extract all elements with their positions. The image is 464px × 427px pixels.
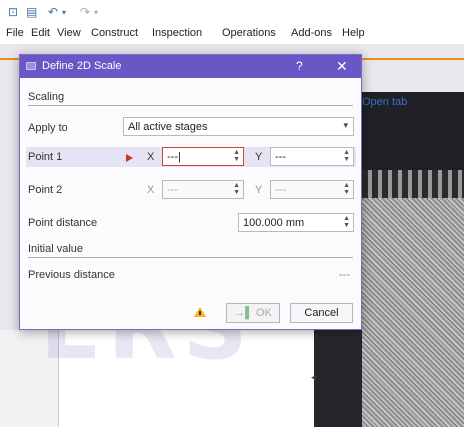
cancel-button-label: Cancel xyxy=(304,307,339,319)
point2-x-input[interactable]: --- ▲ ▼ xyxy=(162,180,244,199)
menu-construct[interactable]: Construct xyxy=(91,27,138,39)
active-point-marker-icon xyxy=(126,154,133,162)
previous-distance-value: --- xyxy=(339,269,350,281)
dark-strip xyxy=(314,330,362,427)
undo-dropdown-icon[interactable]: ▾ xyxy=(62,8,66,17)
scaling-section-title: Scaling xyxy=(28,91,65,103)
apply-to-value: All active stages xyxy=(128,121,208,133)
open-tab-link[interactable]: Open tab xyxy=(362,96,407,108)
menu-help[interactable]: Help xyxy=(342,27,365,39)
scroll-left-icon[interactable]: ◂ xyxy=(311,372,319,384)
dialog-app-icon xyxy=(26,62,36,70)
apply-to-select[interactable]: All active stages ▾ xyxy=(123,117,354,136)
point2-x-spinner-icon[interactable]: ▲ ▼ xyxy=(233,182,240,196)
point2-y-input[interactable]: --- ▲ ▼ xyxy=(270,180,354,199)
point1-y-value: --- xyxy=(275,151,286,163)
menu-edit[interactable]: Edit xyxy=(31,27,50,39)
ok-button-label: OK xyxy=(255,307,272,319)
point-distance-label: Point distance xyxy=(28,217,98,229)
point1-x-spinner-icon[interactable]: ▲ ▼ xyxy=(233,149,240,163)
redo-dropdown-icon[interactable]: ▾ xyxy=(94,8,98,17)
help-icon[interactable]: ? xyxy=(296,59,303,73)
dialog-title: Define 2D Scale xyxy=(42,60,122,72)
ok-button[interactable]: →▌ OK xyxy=(226,303,280,323)
specimen-image xyxy=(362,198,464,427)
point1-y-spinner-icon[interactable]: ▲ ▼ xyxy=(343,149,350,163)
point1-x-input[interactable]: ---| ▲ ▼ xyxy=(162,147,244,166)
menu-inspection[interactable]: Inspection xyxy=(152,27,202,39)
save-icon[interactable]: ▤ xyxy=(26,5,37,19)
point1-y-axis-label: Y xyxy=(255,151,263,163)
initial-value-section-divider xyxy=(28,257,353,258)
initial-value-section-title: Initial value xyxy=(28,243,84,255)
undo-icon[interactable]: ↶ xyxy=(48,5,58,19)
dialog-title-bar[interactable]: Define 2D Scale ? ✕ xyxy=(20,55,361,78)
quick-access-toolbar: ⊡ ▤ ↶ ▾ ↷ ▾ xyxy=(0,0,464,24)
zoom-icon[interactable]: ⊡ xyxy=(8,5,18,19)
point2-y-value: --- xyxy=(275,184,286,196)
point-distance-value: 100.000 mm xyxy=(243,217,305,229)
define-2d-scale-dialog: Define 2D Scale ? ✕ Scaling Apply to All… xyxy=(19,54,362,330)
point1-y-input[interactable]: --- ▲ ▼ xyxy=(270,147,354,166)
menu-bar: File Edit View Construct Inspection Oper… xyxy=(0,24,464,44)
point2-label: Point 2 xyxy=(28,184,63,196)
point2-y-axis-label: Y xyxy=(255,184,263,196)
close-icon[interactable]: ✕ xyxy=(336,58,348,75)
point-distance-spinner-icon[interactable]: ▲ ▼ xyxy=(343,215,350,229)
point2-x-value: --- xyxy=(167,184,178,196)
point1-x-value: ---| xyxy=(167,151,181,163)
previous-distance-label: Previous distance xyxy=(28,269,115,281)
menu-operations[interactable]: Operations xyxy=(222,27,276,39)
cancel-button[interactable]: Cancel xyxy=(290,303,353,323)
point2-x-axis-label: X xyxy=(147,184,155,196)
warning-icon-mark xyxy=(199,311,201,315)
specimen-image-top xyxy=(362,170,464,200)
menu-add-ons[interactable]: Add-ons xyxy=(291,27,332,39)
point1-label: Point 1 xyxy=(28,151,63,163)
scaling-section-divider xyxy=(28,105,353,106)
ok-arrow-icon: →▌ xyxy=(234,307,253,319)
apply-to-label: Apply to xyxy=(28,122,68,134)
point2-y-spinner-icon[interactable]: ▲ ▼ xyxy=(343,182,350,196)
menu-file[interactable]: File xyxy=(6,27,24,39)
point-distance-input[interactable]: 100.000 mm ▲ ▼ xyxy=(238,213,354,232)
chevron-down-icon: ▾ xyxy=(343,120,348,130)
point1-x-axis-label: X xyxy=(147,151,155,163)
menu-view[interactable]: View xyxy=(57,27,81,39)
redo-icon[interactable]: ↷ xyxy=(80,5,90,19)
